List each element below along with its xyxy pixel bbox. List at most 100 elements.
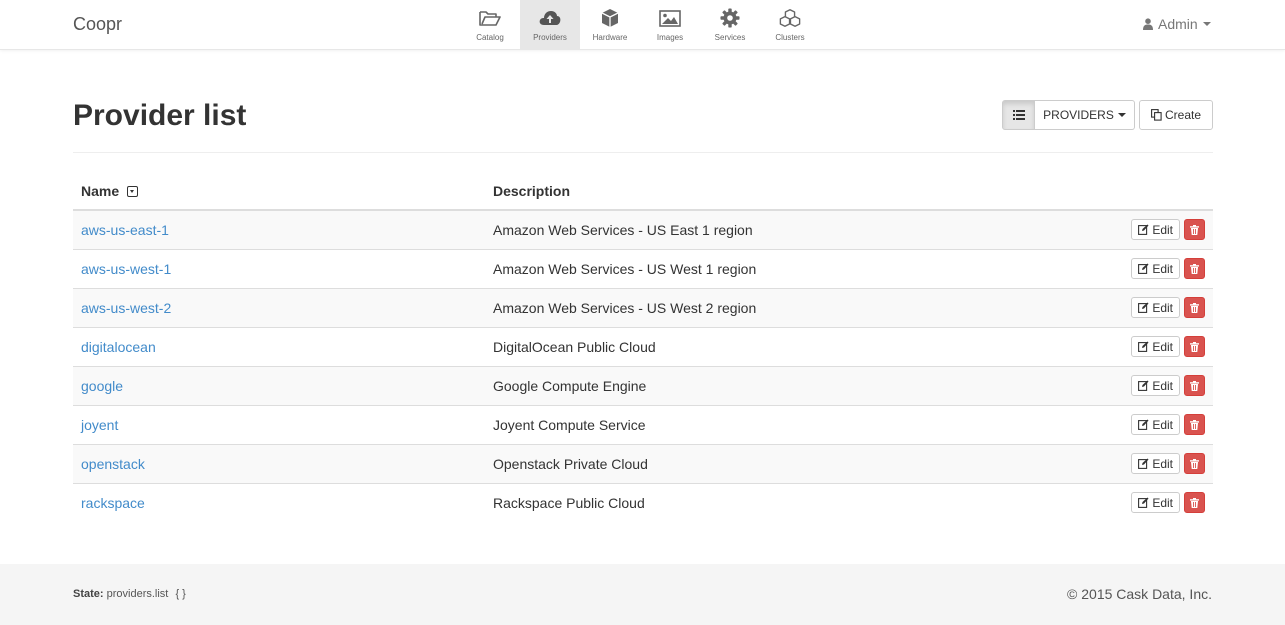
row-actions: Edit — [1036, 209, 1213, 249]
edit-label: Edit — [1152, 456, 1173, 471]
provider-link[interactable]: rackspace — [81, 495, 145, 511]
user-menu[interactable]: Admin — [1143, 16, 1211, 32]
brand-logo[interactable]: Coopr — [73, 14, 122, 35]
edit-icon — [1138, 419, 1149, 430]
nav-item-images[interactable]: Images — [640, 0, 700, 50]
user-icon — [1143, 18, 1153, 30]
trash-icon — [1190, 224, 1199, 235]
trash-icon — [1190, 458, 1199, 469]
edit-label: Edit — [1152, 222, 1173, 237]
edit-button[interactable]: Edit — [1131, 414, 1180, 435]
edit-label: Edit — [1152, 261, 1173, 276]
chevron-down-icon — [1117, 113, 1126, 117]
nav-label: Clusters — [775, 33, 805, 42]
provider-link[interactable]: joyent — [81, 417, 118, 433]
delete-button[interactable] — [1184, 297, 1205, 318]
row-actions: Edit — [1036, 326, 1213, 366]
trash-icon — [1190, 341, 1199, 352]
user-name: Admin — [1158, 16, 1198, 32]
table-row: openstack Openstack Private Cloud Edit — [73, 443, 1213, 483]
create-button[interactable]: Create — [1139, 100, 1213, 130]
column-header-description: Description — [485, 172, 1037, 211]
row-actions: Edit — [1036, 365, 1213, 405]
provider-description: Amazon Web Services - US West 1 region — [485, 248, 1037, 288]
delete-button[interactable] — [1184, 336, 1205, 357]
edit-button[interactable]: Edit — [1131, 297, 1180, 318]
edit-label: Edit — [1152, 300, 1173, 315]
trash-icon — [1190, 302, 1199, 313]
table-row: aws-us-east-1 Amazon Web Services - US Ea… — [73, 209, 1213, 249]
page-title: Provider list — [73, 99, 247, 132]
edit-icon — [1138, 458, 1149, 469]
edit-button[interactable]: Edit — [1131, 258, 1180, 279]
delete-button[interactable] — [1184, 453, 1205, 474]
list-view-button[interactable] — [1002, 100, 1035, 130]
main-nav: Catalog Providers Hardware Images Servic… — [460, 0, 820, 50]
provider-link[interactable]: google — [81, 378, 123, 394]
footer: State: providers.list { } © 2015 Cask Da… — [0, 564, 1285, 625]
edit-icon — [1138, 341, 1149, 352]
nav-item-hardware[interactable]: Hardware — [580, 0, 640, 50]
provider-name-cell: digitalocean — [73, 326, 485, 366]
provider-description: Google Compute Engine — [485, 365, 1037, 405]
nav-item-providers[interactable]: Providers — [520, 0, 580, 50]
cubes-icon — [779, 8, 801, 28]
nav-item-services[interactable]: Services — [700, 0, 760, 50]
copy-icon — [1151, 109, 1162, 121]
edit-button[interactable]: Edit — [1131, 492, 1180, 514]
trash-icon — [1190, 497, 1199, 508]
edit-button[interactable]: Edit — [1131, 336, 1180, 357]
delete-button[interactable] — [1184, 219, 1205, 241]
navbar: Coopr Catalog Providers Hardware Images — [0, 0, 1285, 50]
provider-description: Openstack Private Cloud — [485, 443, 1037, 483]
provider-link[interactable]: digitalocean — [81, 339, 156, 355]
provider-name-cell: rackspace — [73, 482, 485, 522]
nav-label: Services — [714, 33, 746, 42]
provider-link[interactable]: aws-us-west-2 — [81, 300, 171, 316]
trash-icon — [1190, 263, 1199, 274]
table-body: aws-us-east-1 Amazon Web Services - US Ea… — [73, 209, 1213, 522]
provider-link[interactable]: aws-us-west-1 — [81, 261, 171, 277]
provider-name-cell: joyent — [73, 404, 485, 444]
edit-button[interactable]: Edit — [1131, 453, 1180, 474]
row-actions: Edit — [1036, 248, 1213, 288]
trash-icon — [1190, 419, 1199, 430]
state-value: providers.list — [106, 588, 169, 600]
nav-label: Catalog — [476, 33, 504, 42]
row-actions: Edit — [1036, 482, 1213, 522]
edit-label: Edit — [1152, 495, 1173, 510]
row-actions: Edit — [1036, 404, 1213, 444]
edit-icon — [1138, 380, 1149, 391]
delete-button[interactable] — [1184, 492, 1205, 514]
provider-link[interactable]: openstack — [81, 456, 145, 472]
provider-link[interactable]: aws-us-east-1 — [81, 222, 169, 238]
provider-description: Rackspace Public Cloud — [485, 482, 1037, 522]
table-row: google Google Compute Engine Edit — [73, 365, 1213, 405]
header-divider — [73, 152, 1213, 153]
nav-item-catalog[interactable]: Catalog — [460, 0, 520, 50]
edit-button[interactable]: Edit — [1131, 219, 1180, 241]
column-header-actions — [1036, 172, 1213, 211]
nav-label: Providers — [533, 33, 567, 42]
provider-name-cell: aws-us-west-2 — [73, 287, 485, 327]
cog-icon — [719, 8, 741, 28]
nav-label: Images — [656, 33, 684, 42]
delete-button[interactable] — [1184, 414, 1205, 435]
nav-item-clusters[interactable]: Clusters — [760, 0, 820, 50]
sort-icon[interactable] — [127, 185, 139, 197]
providers-table: Name Description aws-us-east-1 Amazon Web… — [73, 172, 1213, 522]
delete-button[interactable] — [1184, 258, 1205, 279]
edit-icon — [1138, 263, 1149, 274]
providers-dropdown[interactable]: PROVIDERS — [1035, 100, 1135, 130]
row-actions: Edit — [1036, 287, 1213, 327]
edit-button[interactable]: Edit — [1131, 375, 1180, 396]
folder-open-icon — [479, 8, 501, 28]
edit-icon — [1138, 224, 1149, 236]
state-indicator: State: providers.list { } — [73, 588, 186, 600]
delete-button[interactable] — [1184, 375, 1205, 396]
state-params[interactable]: { } — [175, 588, 185, 600]
provider-description: Amazon Web Services - US East 1 region — [485, 209, 1037, 249]
provider-description: DigitalOcean Public Cloud — [485, 326, 1037, 366]
provider-name-cell: aws-us-east-1 — [73, 209, 485, 249]
column-header-name[interactable]: Name — [73, 172, 485, 211]
